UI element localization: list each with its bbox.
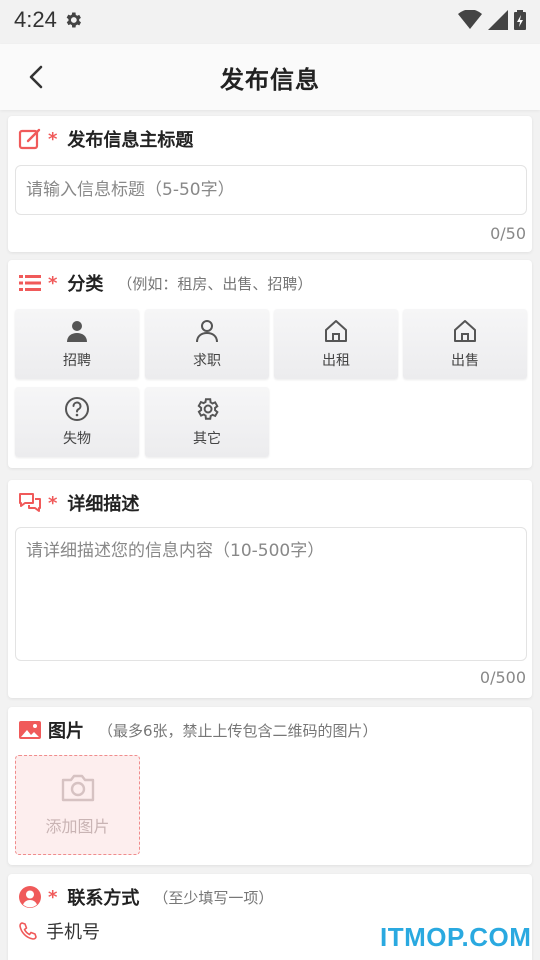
title-char-counter: 0/50 (490, 224, 526, 243)
description-section-label: 详细描述 (67, 494, 140, 515)
required-mark: * (48, 492, 58, 514)
house-icon (325, 320, 347, 342)
phone-label: 手机号 (46, 922, 100, 943)
question-circle-icon (65, 397, 89, 421)
image-icon (19, 721, 41, 739)
description-section: * 详细描述 请详细描述您的信息内容（10-500字） 0/500 (8, 480, 532, 698)
phone-field-row[interactable]: 手机号 (18, 918, 100, 944)
person-filled-icon (67, 321, 87, 342)
title-section-label: 发布信息主标题 (67, 130, 194, 151)
category-jobseek-button[interactable]: 求职 (145, 309, 269, 379)
gear-icon (197, 398, 219, 420)
category-sell-button[interactable]: 出售 (403, 309, 527, 379)
category-label: 出售 (451, 353, 479, 369)
list-icon (19, 275, 41, 291)
required-mark: * (48, 128, 58, 150)
contact-section-label: 联系方式 (67, 888, 140, 909)
category-section-hint: （例如：租房、出售、招聘） (117, 274, 313, 293)
category-recruit-button[interactable]: 招聘 (15, 309, 139, 379)
add-image-button[interactable]: 添加图片 (15, 755, 140, 855)
contact-section-hint: （至少填写一项） (153, 888, 274, 907)
wifi-icon (458, 10, 482, 29)
required-mark: * (48, 886, 58, 908)
category-label: 求职 (193, 353, 221, 369)
image-section-label: 图片 (48, 721, 84, 742)
add-image-label: 添加图片 (45, 817, 110, 836)
status-time: 4:24 (14, 7, 57, 32)
category-section-label: 分类 (67, 274, 104, 295)
title-section-header: * 发布信息主标题 (18, 124, 193, 154)
person-outline-icon (196, 320, 218, 343)
category-rent-button[interactable]: 出租 (274, 309, 398, 379)
page-title: 发布信息 (220, 65, 320, 94)
camera-icon (61, 774, 94, 802)
signal-icon (488, 10, 508, 30)
phone-icon (19, 922, 37, 940)
contact-section-header: * 联系方式 （至少填写一项） (18, 882, 273, 912)
category-label: 其它 (193, 431, 221, 447)
image-section-hint: （最多6张，禁止上传包含二维码的图片） (98, 721, 378, 740)
category-section: * 分类 （例如：租房、出售、招聘） 招聘 求职 出租 出售 失物 其它 (8, 260, 532, 468)
category-label: 出租 (322, 353, 350, 369)
house-icon (454, 320, 476, 342)
image-section: 图片 （最多6张，禁止上传包含二维码的图片） 添加图片 (8, 707, 532, 865)
back-arrow-icon[interactable] (22, 62, 52, 92)
description-section-header: * 详细描述 (18, 488, 139, 518)
title-input[interactable]: 请输入信息标题（5-50字） (15, 165, 527, 215)
settings-status-icon (66, 12, 81, 28)
watermark-logo: ITMOP.COM (380, 922, 532, 952)
category-lost-button[interactable]: 失物 (15, 387, 139, 457)
category-label: 招聘 (63, 353, 91, 369)
app-bar: 发布信息 (0, 44, 540, 110)
description-textarea[interactable]: 请详细描述您的信息内容（10-500字） (15, 527, 527, 661)
battery-icon (514, 10, 526, 30)
description-placeholder: 请详细描述您的信息内容（10-500字） (26, 541, 325, 561)
title-input-placeholder: 请输入信息标题（5-50字） (26, 180, 235, 200)
category-section-header: * 分类 （例如：租房、出售、招聘） (18, 268, 312, 298)
user-circle-icon (19, 886, 41, 908)
category-other-button[interactable]: 其它 (145, 387, 269, 457)
required-mark: * (48, 272, 58, 294)
image-section-header: 图片 （最多6张，禁止上传包含二维码的图片） (18, 715, 378, 745)
description-char-counter: 0/500 (479, 668, 526, 687)
edit-icon (18, 128, 41, 150)
title-section: * 发布信息主标题 请输入信息标题（5-50字） 0/50 (8, 116, 532, 252)
status-bar: 4:24 (0, 0, 540, 40)
category-label: 失物 (63, 431, 91, 447)
chat-bubbles-icon (19, 493, 41, 512)
